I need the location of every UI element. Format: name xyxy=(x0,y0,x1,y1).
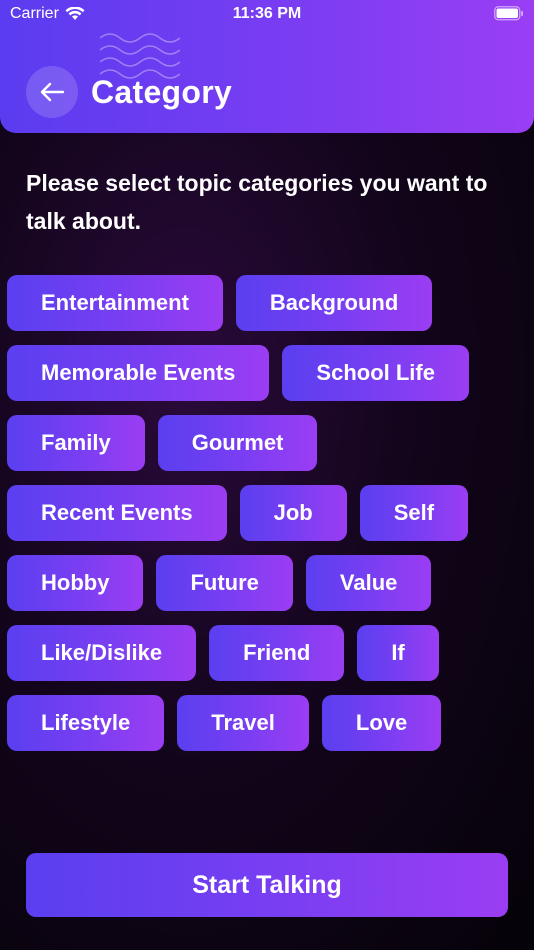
category-chip-friend[interactable]: Friend xyxy=(209,625,345,681)
arrow-left-icon xyxy=(40,82,65,102)
chip-row: Memorable Events School Life xyxy=(0,345,534,401)
start-talking-button[interactable]: Start Talking xyxy=(26,853,508,917)
category-chip-self[interactable]: Self xyxy=(359,485,469,541)
category-chip-recent-events[interactable]: Recent Events xyxy=(7,485,227,541)
category-chip-background[interactable]: Background xyxy=(235,275,433,331)
category-chip-school-life[interactable]: School Life xyxy=(282,345,469,401)
app-screen: Carrier 11:36 PM Category Please select … xyxy=(0,0,534,950)
battery-icon xyxy=(494,6,523,21)
category-chip-entertainment[interactable]: Entertainment xyxy=(7,275,223,331)
header: Carrier 11:36 PM Category xyxy=(0,0,534,133)
category-chip-like-dislike[interactable]: Like/Dislike xyxy=(7,625,197,681)
chip-row: Entertainment Background xyxy=(0,275,534,331)
chip-row: Recent Events Job Self xyxy=(0,485,534,541)
category-chip-lifestyle[interactable]: Lifestyle xyxy=(7,695,165,751)
back-button[interactable] xyxy=(26,66,78,118)
category-chip-family[interactable]: Family xyxy=(7,415,145,471)
category-chip-value[interactable]: Value xyxy=(305,555,432,611)
category-chip-hobby[interactable]: Hobby xyxy=(7,555,144,611)
instruction-text: Please select topic categories you want … xyxy=(26,170,488,234)
category-chip-job[interactable]: Job xyxy=(239,485,347,541)
category-chip-future[interactable]: Future xyxy=(156,555,293,611)
status-bar: Carrier 11:36 PM xyxy=(0,0,534,28)
page-title: Category xyxy=(91,74,233,110)
category-chip-memorable-events[interactable]: Memorable Events xyxy=(7,345,270,401)
chip-row: Like/Dislike Friend If xyxy=(0,625,534,681)
status-time: 11:36 PM xyxy=(232,5,302,22)
category-chip-gourmet[interactable]: Gourmet xyxy=(157,415,318,471)
category-chip-love[interactable]: Love xyxy=(321,695,442,751)
chip-row: Family Gourmet xyxy=(0,415,534,471)
chip-row: Hobby Future Value xyxy=(0,555,534,611)
category-chip-travel[interactable]: Travel xyxy=(177,695,309,751)
chip-row: Lifestyle Travel Love xyxy=(0,695,534,751)
category-chip-if[interactable]: If xyxy=(357,625,439,681)
category-chip-list: Entertainment Background Memorable Events S… xyxy=(0,275,534,765)
